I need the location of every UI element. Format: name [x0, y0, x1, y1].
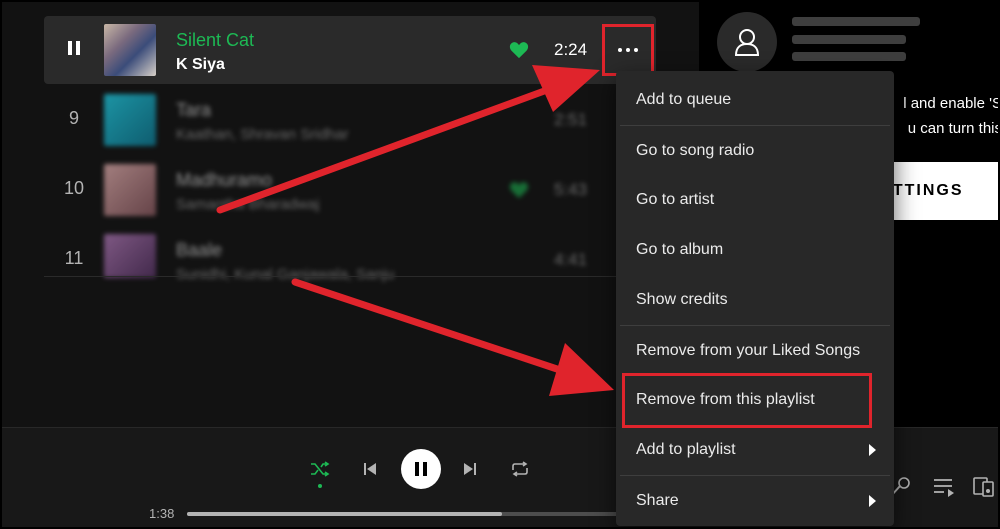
track-row[interactable]: 9 Tara Kaathan, Shravan Sridhar 2:51 — [44, 86, 656, 154]
album-art — [104, 164, 156, 216]
shuffle-active-indicator — [318, 484, 322, 488]
menu-item-share[interactable]: Share — [620, 475, 890, 525]
progress-bar[interactable] — [187, 512, 637, 516]
more-options-icon[interactable] — [602, 24, 654, 76]
track-title[interactable]: Silent Cat — [176, 30, 254, 51]
track-number: 10 — [63, 178, 85, 198]
shuffle-icon[interactable] — [309, 458, 331, 480]
repeat-icon[interactable] — [509, 458, 531, 480]
progress-fill — [187, 512, 502, 516]
track-row-active[interactable]: Silent Cat K Siya 2:24 — [44, 16, 656, 84]
track-number: 9 — [68, 108, 79, 128]
menu-item-label: Remove from your Liked Songs — [636, 341, 861, 359]
context-menu: Add to queue Go to song radio Go to arti… — [616, 71, 894, 526]
menu-item-label: Add to playlist — [636, 441, 736, 458]
heart-icon[interactable] — [509, 41, 529, 59]
album-art — [104, 24, 156, 76]
track-row[interactable]: 10 Madhuramo Samantha Bharadwaj 5:43 — [44, 156, 656, 224]
track-number: 11 — [64, 248, 84, 268]
track-artist[interactable]: Kaathan, Shravan Sridhar — [176, 126, 349, 143]
track-duration: 2:24 — [554, 40, 588, 59]
heart-icon[interactable] — [509, 181, 529, 199]
track-artist[interactable]: Samantha Bharadwaj — [176, 196, 319, 213]
track-artist[interactable]: Sunidhi, Kunal Ganjawala, Sanju — [176, 266, 394, 283]
panel-text: l and enable 'S — [903, 95, 1000, 112]
menu-item-add-to-playlist[interactable]: Add to playlist — [620, 425, 890, 475]
menu-item-label: Go to artist — [636, 191, 715, 208]
chevron-right-icon — [869, 495, 876, 507]
screenshot-frame: Silent Cat K Siya 2:24 9 Tara Kaathan, S… — [0, 0, 1000, 529]
menu-item-add-to-queue[interactable]: Add to queue — [620, 75, 890, 125]
track-duration: 4:41 — [554, 250, 588, 269]
menu-item-go-to-artist[interactable]: Go to artist — [620, 175, 890, 225]
album-art — [104, 94, 156, 146]
placeholder-bar — [792, 52, 906, 61]
next-icon[interactable] — [459, 458, 481, 480]
elapsed-time: 1:38 — [149, 506, 175, 521]
queue-icon[interactable] — [932, 476, 956, 498]
user-icon — [717, 12, 777, 72]
menu-item-label: Go to song radio — [636, 141, 755, 159]
track-row[interactable]: 11 Baale Sunidhi, Kunal Ganjawala, Sanju… — [44, 226, 656, 294]
menu-item-show-credits[interactable]: Show credits — [620, 275, 890, 325]
placeholder-bar — [792, 35, 906, 44]
panel-text: u can turn this — [907, 120, 1000, 137]
track-duration: 2:51 — [554, 110, 588, 129]
highlight-box — [622, 373, 872, 428]
track-title[interactable]: Madhuramo — [176, 170, 272, 191]
placeholder-bar — [792, 17, 920, 26]
previous-icon[interactable] — [359, 458, 381, 480]
menu-item-label: Go to album — [636, 241, 724, 258]
menu-item-go-to-song-radio[interactable]: Go to song radio — [620, 125, 890, 175]
chevron-right-icon — [869, 444, 876, 456]
album-art — [104, 234, 156, 278]
track-title[interactable]: Tara — [176, 100, 211, 121]
play-pause-icon[interactable] — [401, 449, 441, 489]
menu-item-label: Show credits — [636, 291, 728, 308]
track-duration: 5:43 — [554, 180, 588, 199]
menu-item-remove-from-liked-songs[interactable]: Remove from your Liked Songs — [620, 325, 890, 375]
devices-icon[interactable] — [972, 476, 996, 498]
pause-icon[interactable] — [44, 40, 104, 61]
menu-item-label: Add to queue — [636, 91, 732, 108]
track-title[interactable]: Baale — [176, 240, 222, 261]
divider — [44, 276, 656, 277]
menu-item-go-to-album[interactable]: Go to album — [620, 225, 890, 275]
track-artist[interactable]: K Siya — [176, 56, 225, 74]
menu-item-label: Share — [636, 491, 679, 509]
